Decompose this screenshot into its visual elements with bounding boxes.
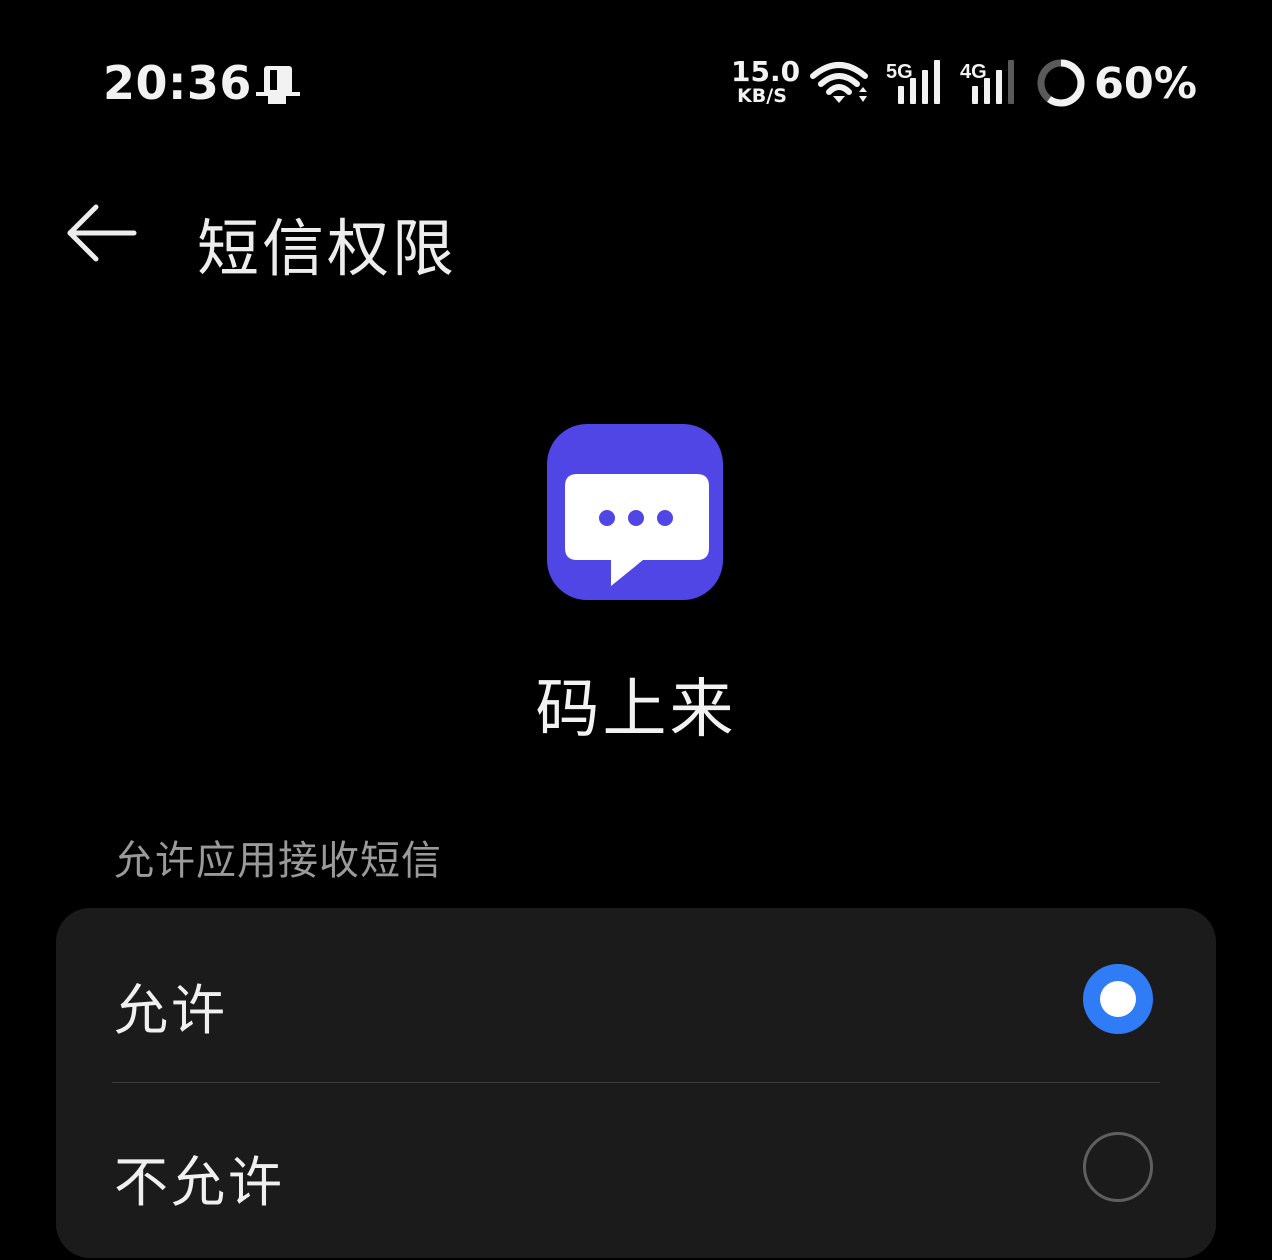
phone-status-icon: [256, 64, 300, 108]
option-deny[interactable]: 不允许: [56, 1083, 1216, 1253]
section-label: 允许应用接收短信: [114, 838, 442, 884]
battery-percentage: 60%: [1094, 59, 1197, 109]
status-bar: 20:36 15.0 KB/S 5G 4G 60%: [0, 0, 1272, 165]
back-arrow-icon: [67, 204, 137, 262]
signal-5g-label: 5G: [886, 61, 913, 83]
option-allow[interactable]: 允许: [56, 908, 1216, 1078]
status-time: 20:36: [103, 56, 252, 110]
sms-permission-screen: 20:36 15.0 KB/S 5G 4G 60% 短信权限 码上来 允许应用接…: [0, 0, 1272, 1260]
option-allow-label: 允许: [114, 979, 228, 1042]
wifi-icon: [809, 60, 871, 110]
option-allow-radio[interactable]: [1083, 964, 1153, 1034]
network-speed-value: 15.0: [731, 55, 801, 88]
network-speed-unit: KB/S: [737, 85, 787, 107]
signal-5g-icon: 5G: [886, 58, 946, 110]
permission-options-card: 允许 不允许: [56, 908, 1216, 1258]
chat-bubble-icon: [565, 474, 709, 586]
page-title: 短信权限: [197, 212, 458, 285]
signal-4g-icon: 4G: [960, 58, 1020, 110]
network-speed: 15.0 KB/S: [731, 55, 801, 107]
option-deny-label: 不允许: [114, 1151, 285, 1214]
app-name: 码上来: [535, 673, 737, 747]
app-icon: [547, 424, 723, 600]
battery-ring-icon: [1036, 58, 1086, 112]
signal-4g-label: 4G: [960, 61, 987, 83]
option-deny-radio[interactable]: [1083, 1132, 1153, 1202]
back-button[interactable]: [55, 195, 145, 271]
